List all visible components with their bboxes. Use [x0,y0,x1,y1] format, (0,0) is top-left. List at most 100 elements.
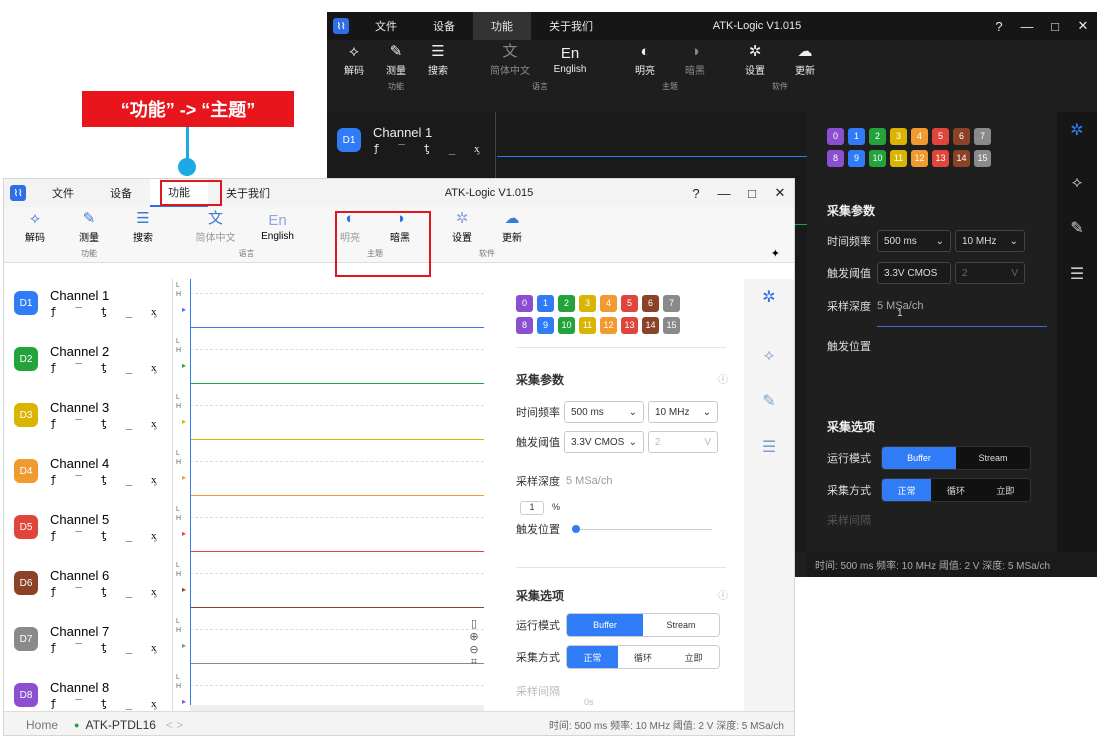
update-button[interactable]: ☁ 更新 [487,207,537,247]
channel-number-chip[interactable]: 6 [642,294,659,312]
freq-select[interactable]: 10 MHz ⌄ [955,230,1025,252]
zoom-fit-icon[interactable]: ▯ [464,617,484,630]
english-button[interactable]: En English [247,207,309,247]
help-button[interactable]: ? [985,12,1013,40]
trigger-symbols[interactable]: ƒ ‾ ƫ _ ᶍ [373,142,485,155]
close-button[interactable]: ✕ [766,179,794,207]
search-button[interactable]: ☰ 搜索 [116,207,170,247]
trigger-symbols[interactable]: ƒ ‾ ƫ _ ᶍ [50,529,162,542]
chinese-button[interactable]: 文简体中文 [185,207,247,247]
trigger-symbols[interactable]: ƒ ‾ ƫ _ ᶍ [50,361,162,374]
channel-number-chip[interactable]: 0 [827,127,844,145]
chinese-button[interactable]: 文简体中文 [480,40,540,80]
channel-badge[interactable]: D7 [14,627,38,651]
channel-badge[interactable]: D1 [14,291,38,315]
channel-badge[interactable]: D6 [14,571,38,595]
trigger-slider[interactable] [572,529,712,530]
menu-device[interactable]: 设备 [415,12,473,40]
menu-function[interactable]: 功能 [473,12,531,40]
channel-number-chip[interactable]: 14 [642,316,659,334]
immediate-option[interactable]: 立即 [668,646,719,668]
channel-number-chip[interactable]: 3 [579,294,596,312]
decode-icon[interactable]: ⟡ [1057,174,1097,192]
zoom-full-icon[interactable]: ⌗ [464,656,484,669]
zoom-out-icon[interactable]: ⊖ [464,643,484,656]
decode-button[interactable]: ⟡ 解码 [8,207,62,247]
normal-option[interactable]: 正常 [882,479,932,501]
decode-button[interactable]: ⟡ 解码 [333,40,375,80]
measure-icon[interactable]: ✎ [1057,218,1097,238]
info-icon[interactable]: ⓘ [718,371,728,386]
channel-number-chip[interactable]: 3 [890,127,907,145]
channel-number-chip[interactable]: 4 [911,127,928,145]
acq-mode-toggle[interactable]: 正常 循环 立即 [566,645,720,669]
channel-number-chip[interactable]: 1 [537,294,554,312]
channel-number-chip[interactable]: 5 [621,294,638,312]
zoom-in-icon[interactable]: ⊕ [464,630,484,643]
channel-number-chip[interactable]: 12 [600,316,617,334]
channel-number-chip[interactable]: 5 [932,127,949,145]
trigger-symbols[interactable]: ƒ ‾ ƫ _ ᶍ [50,305,162,318]
trigger-symbols[interactable]: ƒ ‾ ƫ _ ᶍ [50,697,162,710]
channel-number-chip[interactable]: 1 [848,127,865,145]
channel-number-chip[interactable]: 15 [663,316,680,334]
channel-number-chip[interactable]: 7 [974,127,991,145]
help-button[interactable]: ? [682,179,710,207]
channel-number-chip[interactable]: 10 [558,316,575,334]
search-button[interactable]: ☰ 搜索 [417,40,459,80]
run-mode-toggle[interactable]: Buffer Stream [881,446,1031,470]
settings-button[interactable]: ✲ 设置 [730,40,780,80]
immediate-option[interactable]: 立即 [980,479,1030,501]
dark-theme-button[interactable]: ◑ 暗黑 [670,40,720,80]
channel-number-chip[interactable]: 4 [600,294,617,312]
measure-button[interactable]: ✎ 测量 [375,40,417,80]
trigger-slider[interactable] [877,326,1047,327]
menu-file[interactable]: 文件 [34,179,92,207]
maximize-button[interactable]: □ [1041,12,1069,40]
menu-about[interactable]: 关于我们 [531,12,611,40]
info-icon[interactable]: ⓘ [718,587,728,602]
search-icon[interactable]: ☰ [744,437,794,457]
channel-badge[interactable]: D2 [14,347,38,371]
trigger-symbols[interactable]: ƒ ‾ ƫ _ ᶍ [50,585,162,598]
buffer-option[interactable]: Buffer [567,614,643,636]
loop-option[interactable]: 循环 [618,646,669,668]
channel-number-chip[interactable]: 9 [848,149,865,167]
channel-number-chip[interactable]: 8 [516,316,533,334]
maximize-button[interactable]: □ [738,179,766,207]
channel-badge[interactable]: D1 [337,128,361,152]
minimize-button[interactable]: — [1013,12,1041,40]
tab-nav-arrows[interactable]: < > [166,718,183,732]
buffer-option[interactable]: Buffer [882,447,956,469]
channel-number-chip[interactable]: 2 [869,127,886,145]
channel-number-chip[interactable]: 7 [663,294,680,312]
time-cursor[interactable] [190,279,191,711]
normal-option[interactable]: 正常 [567,646,618,668]
channel-number-chip[interactable]: 9 [537,316,554,334]
channel-number-chip[interactable]: 11 [579,316,596,334]
channel-number-chip[interactable]: 13 [932,149,949,167]
channel-badge[interactable]: D3 [14,403,38,427]
threshold-input[interactable]: 2V [955,262,1025,284]
channel-number-chip[interactable]: 8 [827,149,844,167]
trigger-symbols[interactable]: ƒ ‾ ƫ _ ᶍ [50,641,162,654]
home-tab[interactable]: Home [26,718,58,732]
settings-button[interactable]: ✲ 设置 [437,207,487,247]
gear-icon[interactable]: ✲ [744,287,794,307]
threshold-select[interactable]: 3.3V CMOS ⌄ [564,431,644,453]
device-name[interactable]: ATK-PTDL16 [85,718,155,732]
run-mode-toggle[interactable]: Buffer Stream [566,613,720,637]
time-select[interactable]: 500 ms ⌄ [877,230,951,252]
threshold-select[interactable]: 3.3V CMOS [877,262,951,284]
threshold-input[interactable]: 2V [648,431,718,453]
search-icon[interactable]: ☰ [1057,264,1097,284]
trigger-symbols[interactable]: ƒ ‾ ƫ _ ᶍ [50,417,162,430]
acq-mode-toggle[interactable]: 正常 循环 立即 [881,478,1031,502]
close-button[interactable]: ✕ [1069,12,1097,40]
decode-icon[interactable]: ⟡ [744,347,794,365]
channel-number-chip[interactable]: 6 [953,127,970,145]
channel-number-chip[interactable]: 11 [890,149,907,167]
channel-number-chip[interactable]: 15 [974,149,991,167]
freq-select[interactable]: 10 MHz ⌄ [648,401,718,423]
light-theme-button[interactable]: ◐ 明亮 [620,40,670,80]
